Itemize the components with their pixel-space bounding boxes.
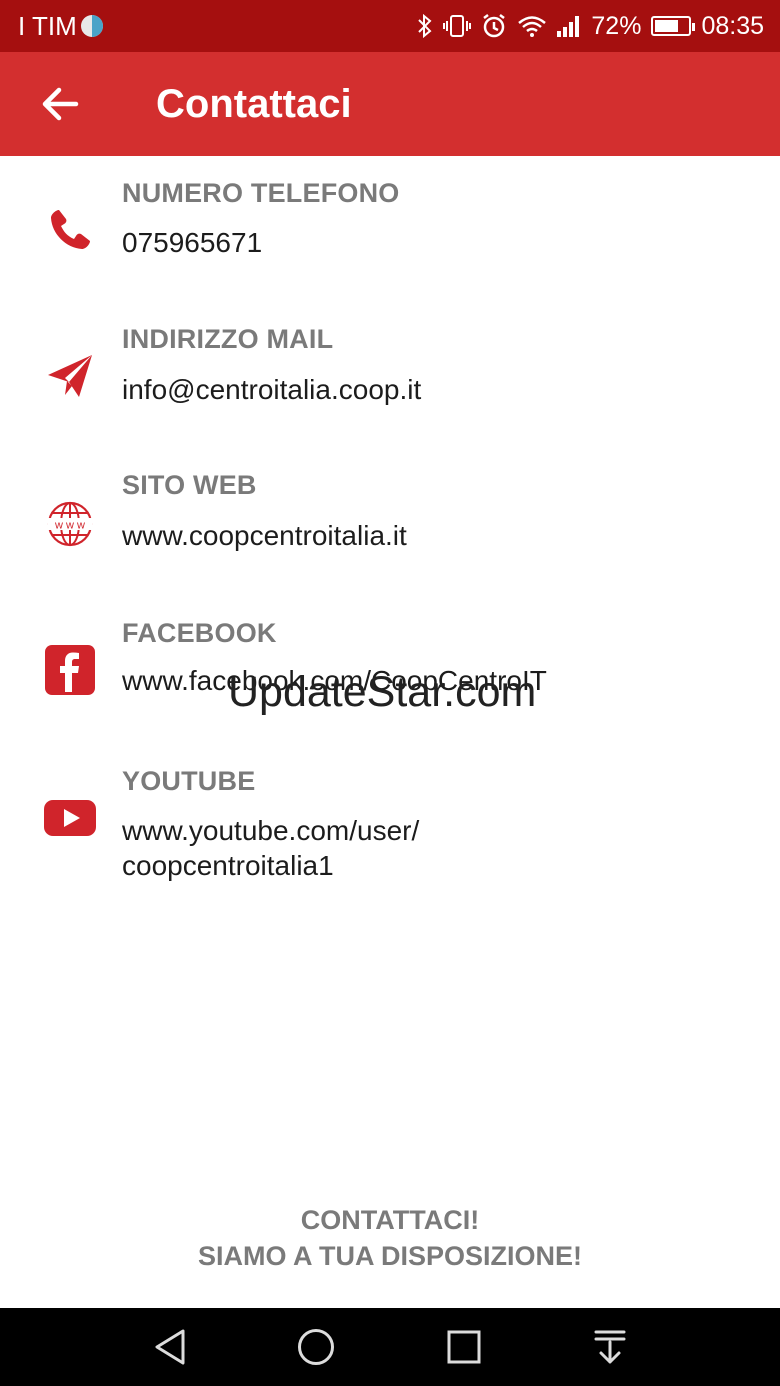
status-bar: I TIM 72% 08:35 bbox=[0, 0, 780, 52]
bluetooth-icon bbox=[417, 14, 433, 38]
battery-percent: 72% bbox=[591, 11, 642, 40]
alarm-icon bbox=[481, 13, 507, 39]
contact-label-facebook: FACEBOOK bbox=[122, 618, 277, 648]
wifi-icon bbox=[517, 14, 547, 38]
youtube-icon bbox=[44, 792, 96, 844]
navigation-bar bbox=[0, 1308, 780, 1386]
back-button[interactable] bbox=[30, 74, 90, 134]
contact-row-phone[interactable]: NUMERO TELEFONO 075965671 bbox=[0, 156, 780, 296]
contact-label-mail: INDIRIZZO MAIL bbox=[122, 324, 334, 354]
footer-line-1: CONTATTACI! bbox=[300, 1205, 480, 1235]
paper-plane-icon bbox=[44, 350, 96, 402]
contact-value-facebook[interactable]: www.facebook.com/CoopCentroIT bbox=[122, 663, 742, 698]
contact-row-youtube[interactable]: YOUTUBE www.youtube.com/user/ coopcentro… bbox=[0, 744, 780, 894]
triangle-back-icon bbox=[155, 1329, 185, 1365]
app-bar: Contattaci bbox=[0, 52, 780, 156]
contact-row-mail[interactable]: INDIRIZZO MAIL info@centroitalia.coop.it bbox=[0, 302, 780, 442]
arrow-left-icon bbox=[42, 87, 79, 121]
vibrate-icon bbox=[443, 14, 472, 38]
nav-recents-button[interactable] bbox=[434, 1322, 494, 1372]
facebook-icon bbox=[44, 644, 96, 696]
contact-label-phone: NUMERO TELEFONO bbox=[122, 178, 400, 208]
nav-back-button[interactable] bbox=[140, 1322, 200, 1372]
contact-row-website[interactable]: w w w SITO WEB www.coopcentroitalia.it bbox=[0, 448, 780, 588]
contact-row-facebook[interactable]: FACEBOOK www.facebook.com/CoopCentroIT bbox=[0, 596, 780, 736]
contact-value-youtube[interactable]: www.youtube.com/user/ coopcentroitalia1 bbox=[122, 813, 742, 883]
footer-line-2: SIAMO A TUA DISPOSIZIONE! bbox=[197, 1241, 582, 1271]
pull-down-icon bbox=[594, 1330, 626, 1364]
circle-home-icon bbox=[298, 1329, 334, 1365]
contact-value-mail[interactable]: info@centroitalia.coop.it bbox=[122, 372, 742, 407]
phone-icon bbox=[44, 204, 96, 256]
status-time: 08:35 bbox=[701, 11, 764, 40]
square-recents-icon bbox=[447, 1330, 481, 1364]
carrier-badge-icon bbox=[80, 15, 103, 37]
nav-notifications-button[interactable] bbox=[580, 1322, 640, 1372]
contact-label-youtube: YOUTUBE bbox=[122, 766, 256, 796]
carrier-name: I TIM bbox=[18, 10, 77, 41]
status-bar-left: I TIM bbox=[18, 0, 103, 52]
contact-value-phone[interactable]: 075965671 bbox=[122, 225, 742, 260]
page-title: Contattaci bbox=[156, 82, 352, 126]
battery-icon bbox=[651, 16, 696, 36]
signal-icon bbox=[557, 15, 581, 37]
footer-message: CONTATTACI! SIAMO A TUA DISPOSIZIONE! bbox=[0, 1202, 780, 1274]
battery-fill bbox=[655, 20, 679, 32]
contact-value-website[interactable]: www.coopcentroitalia.it bbox=[122, 518, 742, 553]
globe-www-icon: w w w bbox=[44, 498, 96, 550]
nav-home-button[interactable] bbox=[286, 1322, 346, 1372]
status-bar-right: 72% 08:35 bbox=[417, 0, 764, 52]
contact-value-youtube-line1: www.youtube.com/user/ bbox=[122, 815, 420, 846]
contact-value-youtube-line2: coopcentroitalia1 bbox=[122, 850, 334, 881]
svg-text:w w w: w w w bbox=[54, 520, 85, 532]
contact-label-website: SITO WEB bbox=[122, 470, 257, 500]
